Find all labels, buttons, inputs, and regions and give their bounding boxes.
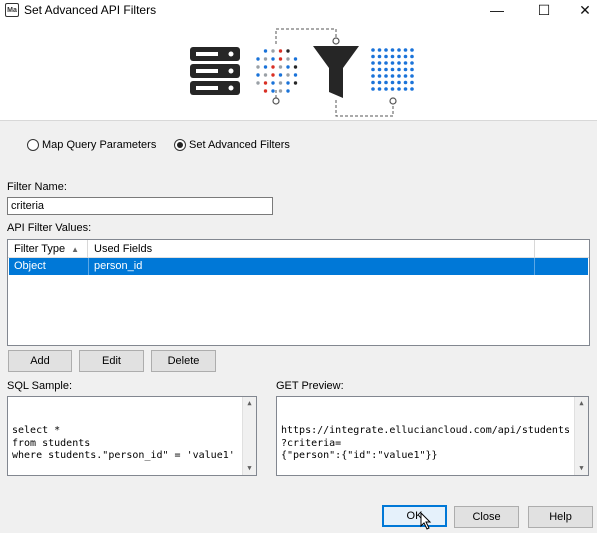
preview-scrollbar[interactable]: ▲ ▼ xyxy=(574,397,588,475)
help-button[interactable]: Help xyxy=(528,506,593,528)
sort-ascending-icon: ▲ xyxy=(71,245,80,254)
api-filter-values-label: API Filter Values: xyxy=(7,222,92,234)
app-icon: Ma xyxy=(5,3,19,17)
cell-filter-type: Object xyxy=(9,258,89,275)
add-button[interactable]: Add xyxy=(8,350,72,372)
radio-button-checked[interactable] xyxy=(174,139,186,151)
table-header: Filter Type ▲ Used Fields xyxy=(8,240,589,258)
sql-sample-text: select * from students where students."p… xyxy=(12,425,235,461)
server-stack-icon xyxy=(190,47,240,95)
filter-name-label: Filter Name: xyxy=(7,181,67,193)
radio-set-advanced-filters[interactable]: Set Advanced Filters xyxy=(174,139,290,151)
radio-button-unchecked[interactable] xyxy=(27,139,39,151)
edit-button[interactable]: Edit xyxy=(79,350,144,372)
column-header-used-fields[interactable]: Used Fields xyxy=(88,240,535,258)
radio-map-query-parameters[interactable]: Map Query Parameters xyxy=(27,139,156,151)
ok-button[interactable]: OK xyxy=(382,505,447,527)
scroll-up-arrow-icon[interactable]: ▲ xyxy=(243,397,256,410)
funnel-icon xyxy=(313,46,359,98)
window-title: Set Advanced API Filters xyxy=(24,3,157,17)
get-preview-label: GET Preview: xyxy=(276,380,344,392)
get-preview-text: https://integrate.elluciancloud.com/api/… xyxy=(281,425,570,461)
sql-scrollbar[interactable]: ▲ ▼ xyxy=(242,397,256,475)
column-label: Used Fields xyxy=(94,243,153,255)
radio-label: Set Advanced Filters xyxy=(189,139,290,151)
scroll-up-arrow-icon[interactable]: ▲ xyxy=(575,397,588,410)
filter-values-table[interactable]: Filter Type ▲ Used Fields Object person_i… xyxy=(7,239,590,346)
cell-used-fields: person_id xyxy=(89,258,535,275)
sql-sample-label: SQL Sample: xyxy=(7,380,73,392)
header-illustration xyxy=(0,20,597,120)
column-header-filter-type[interactable]: Filter Type ▲ xyxy=(8,240,88,258)
title-bar: Ma Set Advanced API Filters — ☐ ✕ xyxy=(0,0,597,20)
table-row[interactable]: Object person_id xyxy=(9,258,588,275)
get-preview-textarea[interactable]: https://integrate.elluciancloud.com/api/… xyxy=(276,396,589,476)
mouse-cursor-icon xyxy=(420,511,434,530)
sql-sample-textarea[interactable]: select * from students where students."p… xyxy=(7,396,257,476)
filtered-data-dots-icon xyxy=(371,48,414,91)
minimize-button[interactable]: — xyxy=(477,0,517,20)
mixed-data-dots-icon xyxy=(256,49,298,93)
scroll-down-arrow-icon[interactable]: ▼ xyxy=(575,462,588,475)
radio-label: Map Query Parameters xyxy=(42,139,157,151)
filter-name-input[interactable]: criteria xyxy=(7,197,273,215)
close-window-button[interactable]: ✕ xyxy=(565,0,597,20)
scroll-down-arrow-icon[interactable]: ▼ xyxy=(243,462,256,475)
close-button[interactable]: Close xyxy=(454,506,519,528)
column-label: Filter Type xyxy=(14,243,66,255)
delete-button[interactable]: Delete xyxy=(151,350,216,372)
maximize-button[interactable]: ☐ xyxy=(524,0,564,20)
header-divider xyxy=(0,120,597,121)
